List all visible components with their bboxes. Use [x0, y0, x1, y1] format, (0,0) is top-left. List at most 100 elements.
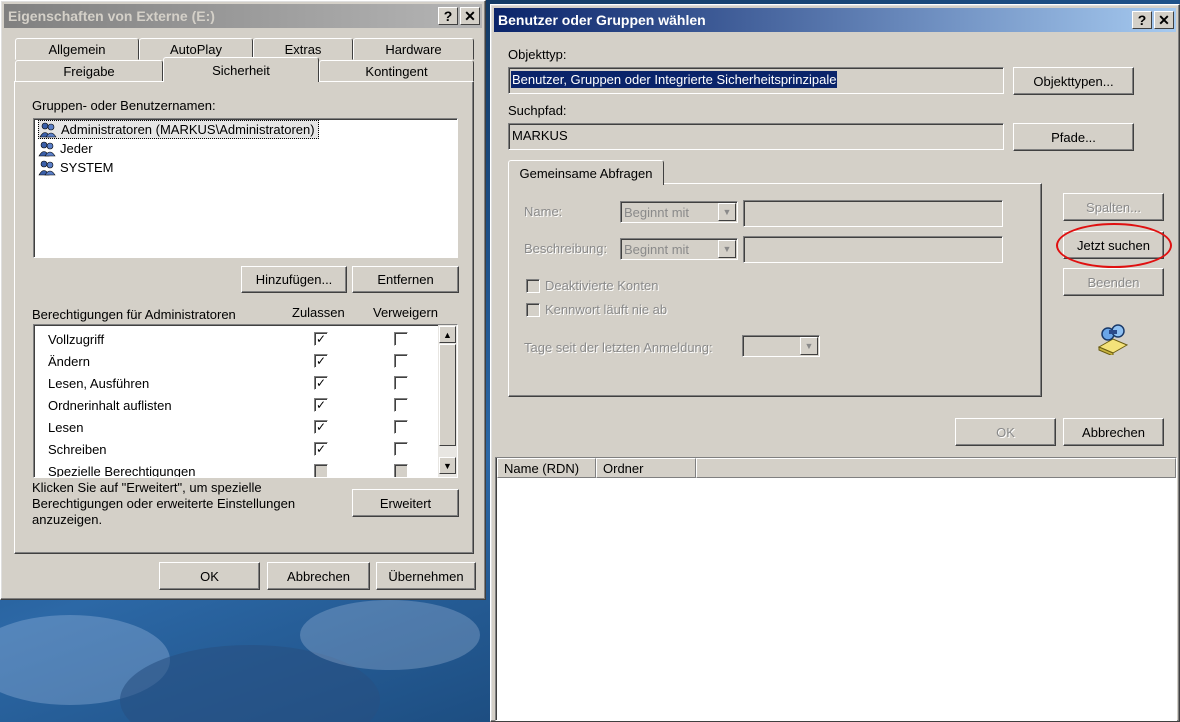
deny-column-header: Verweigern	[373, 305, 439, 320]
allow-checkbox-ordnerinhalt[interactable]: ✓	[314, 398, 328, 412]
close-button[interactable]: ✕	[460, 7, 480, 25]
deny-checkbox-schreiben[interactable]	[394, 442, 408, 456]
tab-hardware[interactable]: Hardware	[353, 38, 474, 60]
cancel-button[interactable]: Abbrechen	[267, 562, 370, 590]
stop-button[interactable]: Beenden	[1063, 268, 1164, 296]
deny-checkbox-vollzugriff[interactable]	[394, 332, 408, 346]
object-type-field: Benutzer, Gruppen oder Integrierte Siche…	[508, 67, 1004, 94]
permission-row: Ändern	[48, 350, 90, 372]
deny-checkbox-lesen-ausfuehren[interactable]	[394, 376, 408, 390]
name-label: Name:	[524, 204, 563, 219]
deny-checkbox-lesen[interactable]	[394, 420, 408, 434]
allow-checkbox-schreiben[interactable]: ✓	[314, 442, 328, 456]
list-item[interactable]: Jeder	[38, 139, 96, 158]
results-column-filler	[696, 458, 1176, 478]
tab-allgemein[interactable]: Allgemein	[15, 38, 139, 60]
name-filter-value: Beginnt mit	[624, 205, 690, 220]
scroll-thumb[interactable]	[439, 344, 456, 446]
permission-row: Lesen, Ausführen	[48, 372, 149, 394]
disabled-accounts-label: Deaktivierte Konten	[545, 278, 659, 293]
close-button[interactable]: ✕	[1154, 11, 1174, 29]
select-users-title: Benutzer oder Gruppen wählen	[498, 12, 706, 28]
chevron-down-icon[interactable]: ▼	[718, 203, 736, 221]
permission-row: Schreiben	[48, 438, 107, 460]
allow-checkbox-aendern[interactable]: ✓	[314, 354, 328, 368]
name-filter-combo[interactable]: Beginnt mit ▼	[620, 201, 738, 223]
help-button[interactable]: ?	[438, 7, 458, 25]
columns-button[interactable]: Spalten...	[1063, 193, 1164, 221]
password-never-expires-checkbox[interactable]	[526, 303, 540, 317]
cancel-button[interactable]: Abbrechen	[1063, 418, 1164, 446]
permission-name: Ordnerinhalt auflisten	[48, 397, 172, 413]
help-button[interactable]: ?	[1132, 11, 1152, 29]
apply-button[interactable]: Übernehmen	[376, 562, 476, 590]
list-item[interactable]: SYSTEM	[38, 158, 116, 177]
select-users-title-bar[interactable]: Benutzer oder Gruppen wählen ? ✕	[494, 8, 1176, 32]
user-name: Administratoren (MARKUS\Administratoren)	[61, 122, 315, 137]
permission-name: Schreiben	[48, 441, 107, 457]
description-filter-combo[interactable]: Beginnt mit ▼	[620, 238, 738, 260]
search-now-highlight	[1056, 223, 1172, 268]
tab-sicherheit[interactable]: Sicherheit	[163, 57, 319, 82]
permission-row: Ordnerinhalt auflisten	[48, 394, 172, 416]
name-input[interactable]	[743, 200, 1003, 227]
days-since-logon-combo[interactable]: ▼	[742, 335, 820, 357]
remove-user-button[interactable]: Entfernen	[352, 266, 459, 293]
search-path-value: MARKUS	[512, 128, 568, 143]
object-types-button[interactable]: Objekttypen...	[1013, 67, 1134, 95]
add-user-button[interactable]: Hinzufügen...	[241, 266, 347, 293]
list-item[interactable]: Administratoren (MARKUS\Administratoren)	[38, 120, 319, 139]
tab-kontingent[interactable]: Kontingent	[319, 60, 474, 82]
permission-name: Ändern	[48, 353, 90, 369]
password-never-expires-label: Kennwort läuft nie ab	[545, 302, 668, 317]
ok-button[interactable]: OK	[955, 418, 1056, 446]
properties-title-bar[interactable]: Eigenschaften von Externe (E:) ? ✕	[4, 4, 482, 28]
permission-name: Vollzugriff	[48, 331, 105, 347]
results-list[interactable]: Name (RDN) Ordner	[495, 457, 1177, 721]
search-path-field: MARKUS	[508, 123, 1004, 150]
deny-checkbox-spezielle[interactable]	[394, 464, 408, 477]
search-path-label: Suchpfad:	[508, 103, 567, 118]
select-users-dialog: Benutzer oder Gruppen wählen ? ✕ Objektt…	[490, 4, 1180, 722]
allow-checkbox-lesen[interactable]: ✓	[314, 420, 328, 434]
user-group-icon	[38, 141, 56, 157]
permission-row: Vollzugriff	[48, 328, 104, 350]
permissions-list[interactable]: Vollzugriff ✓ Ändern ✓ Lesen, Ausführen …	[33, 324, 458, 478]
chevron-down-icon[interactable]: ▼	[800, 337, 818, 355]
allow-checkbox-spezielle[interactable]	[314, 464, 328, 477]
security-tab-panel: Gruppen- oder Benutzernamen: Administrat…	[14, 81, 474, 554]
allow-checkbox-vollzugriff[interactable]: ✓	[314, 332, 328, 346]
desktop-background	[0, 595, 495, 722]
ok-button[interactable]: OK	[159, 562, 260, 590]
search-binoculars-icon	[1095, 323, 1131, 357]
scroll-up-icon[interactable]: ▲	[439, 326, 456, 343]
object-type-label: Objekttyp:	[508, 47, 567, 62]
allow-column-header: Zulassen	[292, 305, 345, 320]
permissions-label: Berechtigungen für Administratoren	[32, 307, 236, 322]
allow-checkbox-lesen-ausfuehren[interactable]: ✓	[314, 376, 328, 390]
chevron-down-icon[interactable]: ▼	[718, 240, 736, 258]
permissions-scrollbar[interactable]: ▲ ▼	[438, 325, 457, 477]
results-column-folder[interactable]: Ordner	[596, 458, 696, 478]
disabled-accounts-checkbox[interactable]	[526, 279, 540, 293]
deny-checkbox-ordnerinhalt[interactable]	[394, 398, 408, 412]
user-name: SYSTEM	[60, 160, 114, 175]
deny-checkbox-aendern[interactable]	[394, 354, 408, 368]
description-input[interactable]	[743, 236, 1003, 263]
tab-common-queries[interactable]: Gemeinsame Abfragen	[508, 160, 664, 185]
results-column-name[interactable]: Name (RDN)	[497, 458, 596, 478]
paths-button[interactable]: Pfade...	[1013, 123, 1134, 151]
object-type-value: Benutzer, Gruppen oder Integrierte Siche…	[511, 71, 838, 88]
permission-row: Spezielle Berechtigungen	[48, 460, 195, 478]
common-queries-panel: Name: Beginnt mit ▼ Beschreibung: Beginn…	[508, 183, 1042, 397]
tab-freigabe[interactable]: Freigabe	[15, 60, 163, 82]
user-name: Jeder	[60, 141, 93, 156]
description-filter-value: Beginnt mit	[624, 242, 690, 257]
description-label: Beschreibung:	[524, 241, 608, 256]
permission-row: Lesen	[48, 416, 83, 438]
user-list[interactable]: Administratoren (MARKUS\Administratoren)…	[33, 118, 458, 258]
permission-name: Spezielle Berechtigungen	[48, 463, 196, 478]
permission-name: Lesen, Ausführen	[48, 375, 150, 391]
scroll-down-icon[interactable]: ▼	[439, 457, 456, 474]
advanced-button[interactable]: Erweitert	[352, 489, 459, 517]
